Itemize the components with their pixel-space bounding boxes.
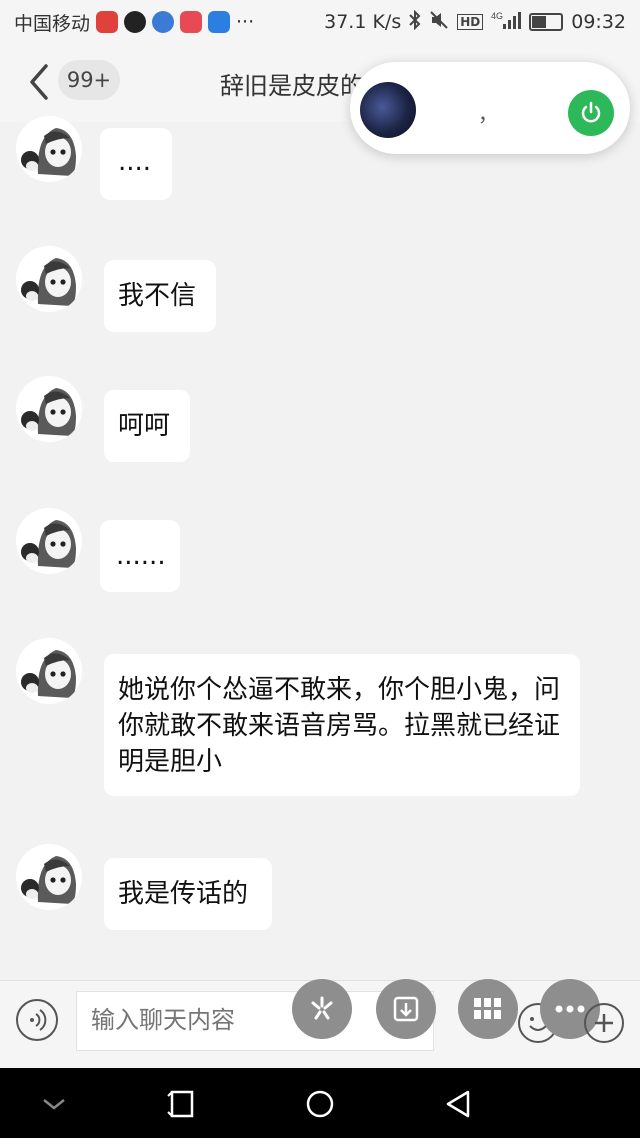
- unread-count-badge[interactable]: 99+: [58, 60, 120, 100]
- sender-avatar[interactable]: [16, 116, 82, 182]
- home-icon: [306, 1090, 334, 1118]
- system-nav-bar: [0, 1068, 640, 1138]
- message-bubble[interactable]: ......: [100, 520, 180, 592]
- message-bubble[interactable]: ....: [100, 128, 172, 200]
- message-text: ....: [118, 147, 152, 177]
- plus-button[interactable]: [584, 1003, 624, 1043]
- exit-voice-room-button[interactable]: [568, 90, 614, 136]
- sender-avatar[interactable]: [16, 246, 82, 312]
- sender-avatar[interactable]: [16, 844, 82, 910]
- message-text: 我不信: [118, 281, 197, 311]
- nav-recents-button[interactable]: [166, 1088, 198, 1120]
- voice-room-floating-card[interactable]: ，: [350, 62, 630, 154]
- message-text: 呵呵: [118, 411, 171, 441]
- tiktok-app-icon: [124, 11, 147, 33]
- message-bubble[interactable]: 我是传话的: [104, 858, 272, 930]
- avatar-illustration: [16, 246, 82, 312]
- bluetooth-icon: [409, 9, 421, 35]
- nav-collapse-button[interactable]: [38, 1088, 70, 1120]
- clock-label: 09:32: [571, 11, 626, 33]
- back-button[interactable]: [26, 62, 52, 102]
- network-type-label: 4G: [491, 11, 503, 21]
- download-fab-button[interactable]: [376, 979, 436, 1039]
- carrier-label: 中国移动: [14, 12, 91, 35]
- sender-avatar[interactable]: [16, 638, 82, 704]
- chevron-down-icon: [43, 1099, 65, 1110]
- paw-app-icon: [152, 11, 175, 33]
- mute-icon: [429, 10, 449, 35]
- sparkle-icon: [311, 996, 333, 1020]
- grid-icon: [474, 998, 501, 1019]
- avatar-illustration: [16, 116, 82, 182]
- plus-icon: [595, 1014, 613, 1032]
- sender-avatar[interactable]: [16, 376, 82, 442]
- voice-room-avatar[interactable]: [360, 82, 416, 138]
- message-text: 她说你个怂逼不敢来，你个胆小鬼，问你就敢不敢来语音房骂。拉黑就已经证明是胆小: [118, 675, 561, 777]
- avatar-illustration: [16, 638, 82, 704]
- sender-avatar[interactable]: [16, 508, 82, 574]
- chat-title: 辞旧是皮皮的: [220, 72, 364, 100]
- input-bar: [0, 979, 640, 1069]
- back-triangle-icon: [446, 1090, 470, 1118]
- hd-icon: HD: [457, 14, 484, 30]
- signal-icon: 4G: [491, 10, 522, 35]
- grid-fab-button[interactable]: [458, 979, 518, 1039]
- battery-icon: [529, 13, 564, 31]
- more-icon: [555, 1005, 585, 1013]
- nav-back-button[interactable]: [442, 1088, 474, 1120]
- avatar-illustration: [16, 376, 82, 442]
- shopping-app-icon: [180, 11, 203, 33]
- avatar-illustration: [16, 508, 82, 574]
- message-bubble[interactable]: 她说你个怂逼不敢来，你个胆小鬼，问你就敢不敢来语音房骂。拉黑就已经证明是胆小: [104, 654, 580, 796]
- sound-wave-icon: [30, 1009, 47, 1031]
- microphone-app-icon: [96, 11, 119, 33]
- nav-home-button[interactable]: [304, 1088, 336, 1120]
- message-bubble[interactable]: 我不信: [104, 260, 216, 332]
- shield-app-icon: [208, 11, 231, 33]
- avatar-illustration: [16, 844, 82, 910]
- message-bubble[interactable]: 呵呵: [104, 390, 190, 462]
- more-notifications-icon: ···: [236, 11, 255, 33]
- net-speed-label: 37.1 K/s: [324, 11, 402, 33]
- message-text: ......: [116, 541, 166, 571]
- voice-room-name: ，: [478, 102, 498, 126]
- recent-apps-icon: [167, 1090, 194, 1118]
- magic-fab-button[interactable]: [292, 979, 352, 1039]
- voice-input-button[interactable]: [16, 999, 58, 1041]
- message-text: 我是传话的: [118, 879, 249, 909]
- battery-level: [532, 16, 546, 28]
- download-icon: [393, 996, 419, 1022]
- chevron-left-icon: [30, 64, 48, 100]
- power-icon: [581, 101, 601, 123]
- status-bar: 中国移动 ··· 37.1 K/s HD 4G 09:32: [0, 0, 640, 44]
